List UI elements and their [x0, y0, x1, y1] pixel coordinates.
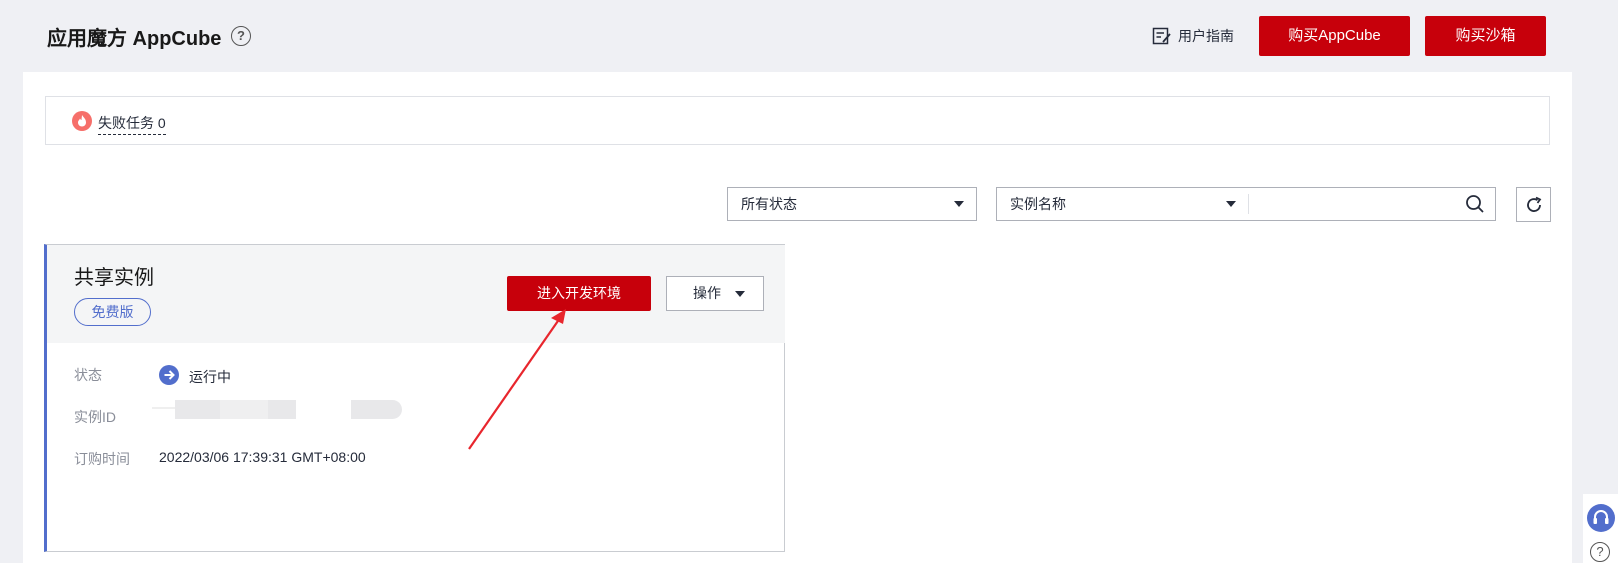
search-field-value: 实例名称: [1010, 196, 1066, 212]
question-circle-icon[interactable]: ?: [231, 26, 251, 46]
chevron-down-icon: [1226, 201, 1236, 207]
search-field-select[interactable]: 实例名称: [997, 188, 1248, 220]
redacted-id-part: [268, 400, 296, 419]
status-filter-select[interactable]: 所有状态: [727, 187, 977, 221]
chevron-down-icon: [954, 201, 964, 207]
instance-card: 共享实例 免费版 进入开发环境 操作 状态 运行中 实例ID 订购时间 2022…: [44, 244, 785, 552]
search-input[interactable]: [1253, 190, 1458, 218]
question-circle-icon[interactable]: ?: [1590, 542, 1610, 562]
redacted-id-part: [175, 400, 220, 419]
buy-sandbox-button[interactable]: 购买沙箱: [1425, 16, 1546, 56]
failed-tasks-bar: 失败任务 0: [45, 96, 1550, 145]
operations-label: 操作: [693, 285, 721, 301]
headset-icon[interactable]: [1587, 504, 1615, 532]
status-label: 状态: [74, 367, 102, 383]
page-title: 应用魔方 AppCube: [47, 28, 222, 50]
instance-id-label: 实例ID: [74, 409, 116, 425]
failed-tasks-link[interactable]: 失败任务 0: [98, 113, 166, 135]
edition-tag: 免费版: [74, 298, 151, 326]
search-icon[interactable]: [1465, 194, 1485, 214]
chevron-down-icon: [735, 291, 745, 297]
refresh-icon: [1527, 196, 1542, 212]
redacted-id-part: [220, 400, 268, 419]
divider: [1248, 194, 1249, 214]
buy-appcube-button[interactable]: 购买AppCube: [1259, 16, 1410, 56]
operations-dropdown[interactable]: 操作: [666, 276, 764, 311]
instance-title: 共享实例: [74, 267, 154, 289]
arrow-right-circle-icon: [159, 365, 179, 385]
order-time-label: 订购时间: [74, 451, 130, 467]
user-guide-label: 用户指南: [1178, 28, 1234, 44]
fire-icon: [72, 111, 92, 131]
order-time-value: 2022/03/06 17:39:31 GMT+08:00: [159, 449, 366, 465]
instance-search-group: 实例名称: [996, 187, 1496, 221]
status-value: 运行中: [189, 369, 231, 385]
enter-dev-env-button[interactable]: 进入开发环境: [507, 276, 651, 311]
status-filter-value: 所有状态: [741, 196, 797, 212]
refresh-button[interactable]: [1516, 187, 1551, 222]
page-header: 应用魔方 AppCube ? 用户指南 购买AppCube 购买沙箱: [0, 0, 1618, 72]
floating-help-bar: ?: [1583, 494, 1618, 563]
guide-doc-icon: [1152, 27, 1171, 45]
instance-card-header: 共享实例 免费版 进入开发环境 操作: [47, 245, 785, 343]
redacted-id-part: [351, 400, 402, 419]
user-guide-link[interactable]: 用户指南: [1152, 26, 1234, 46]
